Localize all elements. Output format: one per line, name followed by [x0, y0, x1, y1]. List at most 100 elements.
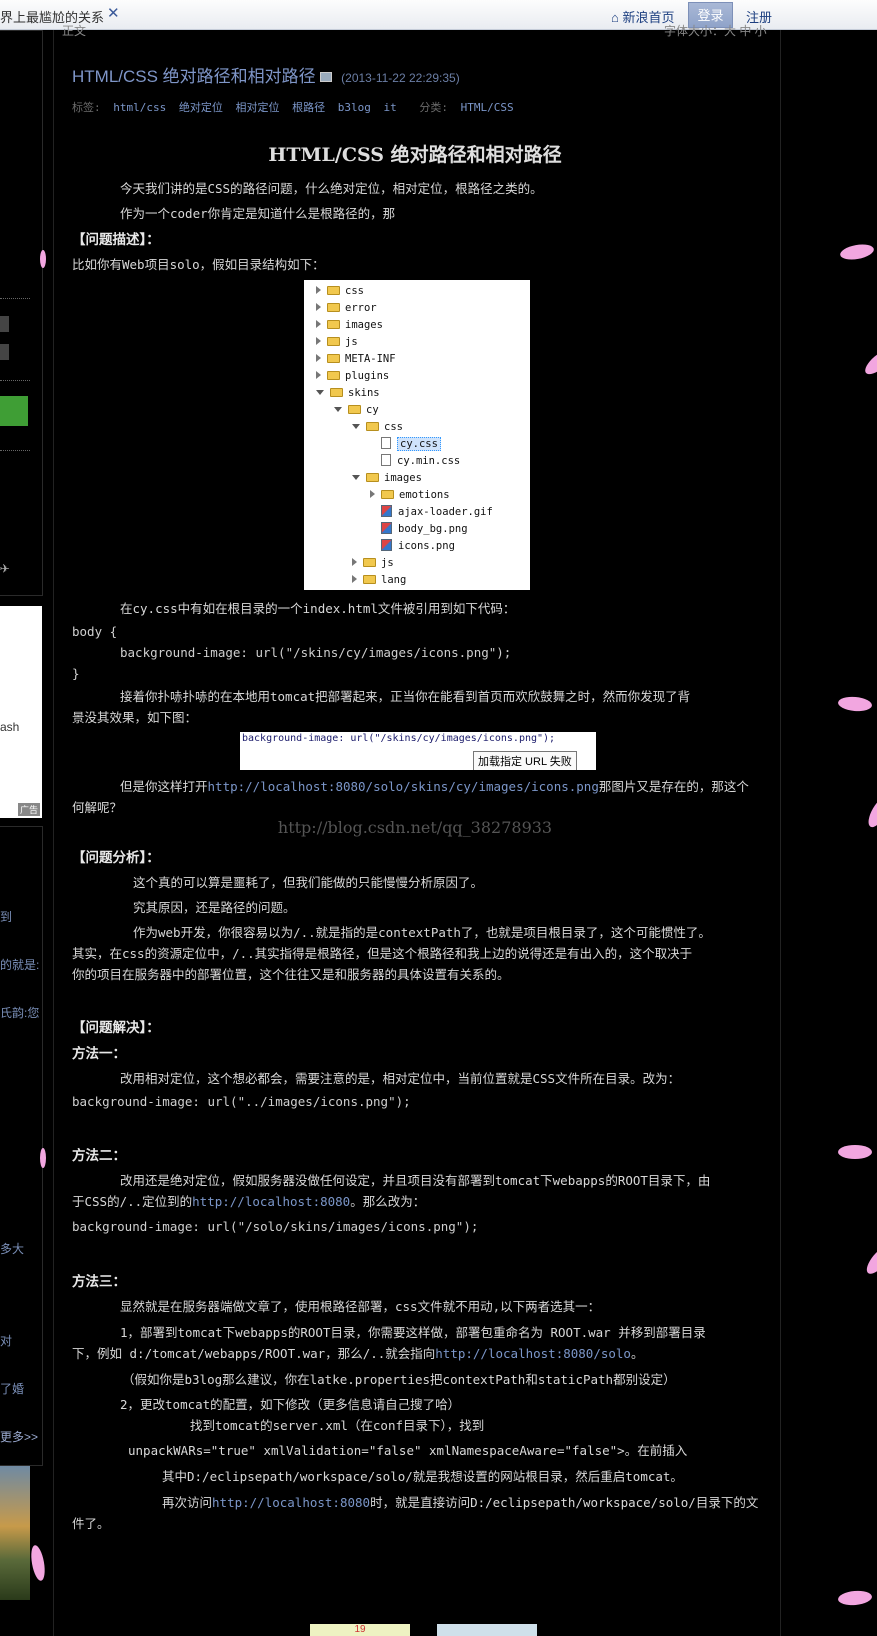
code-line: body { [72, 624, 118, 639]
sidebar-link[interactable]: 对 [0, 1332, 12, 1349]
method-heading: 方法三： [72, 1274, 126, 1289]
tree-node-label: error [345, 302, 377, 314]
tag-link[interactable]: it [383, 101, 396, 114]
localhost-link[interactable]: http://localhost:8080 [212, 1495, 370, 1510]
tree-node-label: css [384, 421, 403, 433]
localhost-link[interactable]: http://localhost:8080 [192, 1194, 350, 1209]
expanded-arrow-icon[interactable] [352, 424, 360, 429]
breadcrumb-fragment: 正文 [62, 24, 87, 38]
tree-node[interactable]: skins [316, 386, 380, 400]
collapsed-arrow-icon[interactable] [316, 320, 321, 328]
plane-icon[interactable]: ✈ [0, 558, 10, 577]
error-screenshot: background-image: url("/skins/cy/images/… [240, 732, 596, 770]
more-link[interactable]: 更多>> [0, 1428, 38, 1445]
divider [0, 450, 30, 451]
code-line: background-image: url("../images/icons.p… [72, 1094, 411, 1109]
tree-node[interactable]: images [316, 318, 383, 332]
sidebar-thumbnail[interactable] [0, 1466, 30, 1600]
divider [0, 380, 30, 381]
petal-decoration [838, 1145, 872, 1159]
tag-link[interactable]: html/css [113, 101, 166, 114]
paragraph: 改用相对定位，这个想必都会，需要注意的是，相对定位中，当前位置就是CSS文件所在… [120, 1071, 681, 1086]
sidebar-link[interactable]: 氏韵:您 [0, 1004, 39, 1021]
expanded-arrow-icon[interactable] [334, 407, 342, 412]
method-heading: 方法二： [72, 1148, 126, 1163]
tree-node[interactable]: js [352, 556, 394, 570]
folder-icon [327, 371, 340, 380]
paragraph: 这个真的可以算是噩耗了，但我们能做的只能慢慢分析原因了。 [133, 875, 484, 890]
collapsed-arrow-icon[interactable] [316, 337, 321, 345]
collapsed-arrow-icon[interactable] [370, 490, 375, 498]
tree-node[interactable]: META-INF [316, 352, 396, 366]
tree-node[interactable]: css [316, 284, 364, 298]
paragraph: 作为一个coder你肯定是知道什么是根路径的，那 [120, 206, 396, 221]
collapsed-arrow-icon[interactable] [316, 303, 321, 311]
font-size-control[interactable]: 字体大小：大 中 小 [664, 22, 767, 39]
tree-node[interactable]: cy.min.css [370, 454, 460, 468]
tree-node[interactable]: lang [352, 573, 406, 587]
tree-node-label: skins [348, 387, 380, 399]
like-count: 19 [354, 1624, 366, 1635]
collapsed-arrow-icon[interactable] [316, 286, 321, 294]
post-title-text[interactable]: HTML/CSS 绝对路径和相对路径 [72, 67, 316, 86]
post-tags: 标签: html/css 绝对定位 相对定位 根路径 b3log it 分类: … [72, 99, 520, 115]
tree-node-label: js [381, 557, 394, 569]
sidebar-link[interactable]: 了婚 [0, 1380, 24, 1397]
tree-node[interactable]: images [352, 471, 422, 485]
expanded-arrow-icon[interactable] [316, 390, 324, 395]
tag-link[interactable]: 相对定位 [235, 101, 279, 114]
divider [0, 298, 30, 299]
ad-panel[interactable]: ash 广告 [0, 606, 42, 818]
directory-tree-screenshot: css error images js META-INF plugins skins cy cs… [304, 280, 530, 590]
tree-node[interactable]: css [352, 420, 403, 434]
solo-link[interactable]: http://localhost:8080/solo [435, 1346, 631, 1361]
tag-link[interactable]: b3log [338, 101, 371, 114]
paragraph: 件了。 [72, 1516, 110, 1531]
image-file-icon [381, 539, 392, 551]
tree-node[interactable]: cy.css [370, 437, 441, 451]
screenshot-tooltip: 加载指定 URL 失败 [473, 751, 577, 770]
method-heading: 方法一： [72, 1046, 126, 1061]
tree-node-label: plugins [345, 370, 390, 382]
tree-node[interactable]: js [316, 335, 358, 349]
collapsed-arrow-icon[interactable] [352, 558, 357, 566]
tree-node[interactable]: icons.png [370, 539, 455, 553]
tree-node[interactable]: cy [334, 403, 379, 417]
paragraph: unpackWARs="true" xmlValidation="false" … [128, 1443, 688, 1458]
share-button[interactable] [437, 1624, 537, 1636]
tree-node[interactable]: body_bg.png [370, 522, 468, 536]
paragraph: 下，例如 d:/tomcat/webapps/ROOT.war，那么/..就会指… [72, 1343, 643, 1362]
image-file-icon [381, 505, 392, 517]
paragraph: 其中D:/eclipsepath/workspace/solo/就是我想设置的网… [162, 1469, 683, 1484]
paragraph: 在cy.css中有如在根目录的一个index.html文件被引用到如下代码： [120, 601, 516, 616]
tab-title[interactable]: 界上最尴尬的关系 [0, 7, 104, 26]
image-link[interactable]: http://localhost:8080/solo/skins/cy/imag… [208, 779, 599, 794]
sidebar-link[interactable]: 多大 [0, 1240, 24, 1257]
folder-icon [327, 286, 340, 295]
folder-icon [363, 558, 376, 567]
folder-icon [363, 575, 376, 584]
tree-node[interactable]: ajax-loader.gif [370, 505, 493, 519]
code-line: background-image: url("/solo/skins/image… [72, 1219, 479, 1234]
sidebar-button[interactable] [0, 316, 9, 332]
expanded-arrow-icon[interactable] [352, 475, 360, 480]
close-tab-icon[interactable]: ✕ [107, 4, 120, 22]
tag-link[interactable]: 绝对定位 [179, 101, 223, 114]
tree-node[interactable]: emotions [370, 488, 450, 502]
like-button[interactable]: 19 [310, 1624, 410, 1636]
tree-node-label: body_bg.png [398, 523, 468, 535]
collapsed-arrow-icon[interactable] [316, 371, 321, 379]
sidebar-link[interactable]: 的就是: [0, 956, 39, 973]
text: 。那么改为： [350, 1194, 426, 1209]
tag-link[interactable]: 根路径 [292, 101, 325, 114]
paragraph: 作为web开发，你很容易以为/..就是指的是contextPath了，也就是项目… [133, 925, 711, 940]
tree-node[interactable]: plugins [316, 369, 389, 383]
post-title: HTML/CSS 绝对路径和相对路径 (2013-11-22 22:29:35) [72, 62, 460, 87]
sidebar-link[interactable]: 到 [0, 908, 12, 925]
category-link[interactable]: HTML/CSS [461, 101, 514, 114]
paragraph: （假如你是b3log那么建议，你在latke.properties把contex… [122, 1372, 676, 1387]
tree-node[interactable]: error [316, 301, 377, 315]
collapsed-arrow-icon[interactable] [316, 354, 321, 362]
sidebar-button[interactable] [0, 344, 9, 360]
collapsed-arrow-icon[interactable] [352, 575, 357, 583]
